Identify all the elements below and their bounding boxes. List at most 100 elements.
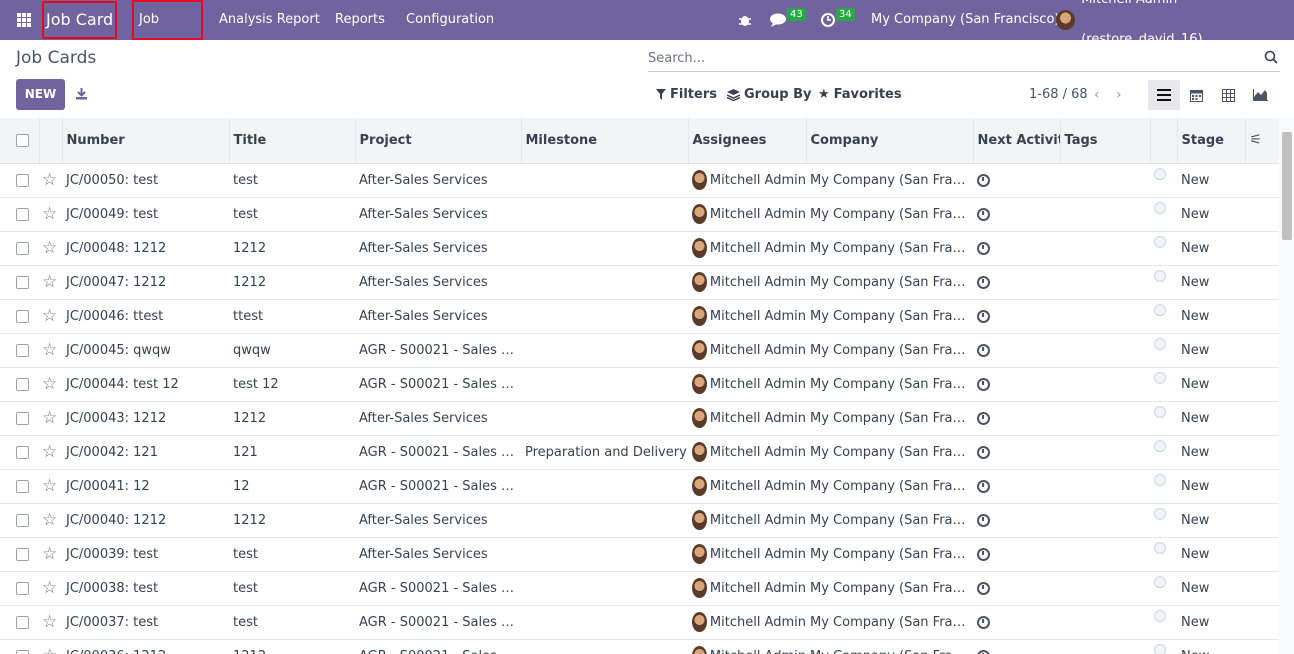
menu-job-cards[interactable]: Job Cards (132, 0, 203, 63)
favorite-star-icon[interactable]: ☆ (39, 163, 62, 197)
header-next-activity[interactable]: Next Activity (973, 118, 1061, 164)
graph-view-button[interactable] (1244, 80, 1276, 110)
cell-stage-dot[interactable] (1150, 231, 1177, 265)
cell-next-activity[interactable] (973, 537, 1060, 571)
table-row[interactable]: ☆ JC/00037: test test AGR - S00021 - Sal… (0, 605, 1279, 639)
cell-stage-dot[interactable] (1150, 265, 1177, 299)
favorites-button[interactable]: ★ Favorites (818, 87, 902, 102)
header-stage[interactable]: Stage (1177, 118, 1246, 164)
cell-next-activity[interactable] (973, 571, 1060, 605)
table-row[interactable]: ☆ JC/00046: ttest ttest After-Sales Serv… (0, 299, 1279, 333)
row-checkbox[interactable] (0, 639, 39, 654)
search-icon[interactable] (1264, 50, 1278, 64)
row-checkbox[interactable] (0, 469, 39, 503)
row-checkbox[interactable] (0, 367, 39, 401)
kanban-state-icon[interactable] (1154, 270, 1166, 282)
cell-stage-dot[interactable] (1150, 571, 1177, 605)
cell-stage-dot[interactable] (1150, 639, 1177, 654)
table-row[interactable]: ☆ JC/00038: test test AGR - S00021 - Sal… (0, 571, 1279, 605)
assignee-avatar[interactable] (692, 204, 707, 224)
assignee-avatar[interactable] (692, 476, 707, 496)
cell-next-activity[interactable] (973, 163, 1060, 197)
activity-clock-icon[interactable] (977, 207, 990, 221)
cell-stage-dot[interactable] (1150, 469, 1177, 503)
row-checkbox[interactable] (0, 333, 39, 367)
assignee-avatar[interactable] (692, 544, 707, 564)
row-checkbox[interactable] (0, 435, 39, 469)
cell-next-activity[interactable] (973, 299, 1060, 333)
activity-clock-icon[interactable] (977, 411, 990, 425)
user-menu[interactable]: Mitchell Admin (restore_david_16) (1056, 0, 1294, 47)
header-company[interactable]: Company (806, 118, 974, 164)
cell-stage-dot[interactable] (1150, 537, 1177, 571)
favorite-star-icon[interactable]: ☆ (39, 605, 62, 639)
assignee-avatar[interactable] (692, 272, 707, 292)
kanban-state-icon[interactable] (1154, 202, 1166, 214)
kanban-state-icon[interactable] (1154, 610, 1166, 622)
row-checkbox[interactable] (0, 503, 39, 537)
kanban-state-icon[interactable] (1154, 644, 1166, 654)
favorite-star-icon[interactable]: ☆ (39, 299, 62, 333)
table-row[interactable]: ☆ JC/00039: test test After-Sales Servic… (0, 537, 1279, 571)
cell-next-activity[interactable] (973, 231, 1060, 265)
table-row[interactable]: ☆ JC/00049: test test After-Sales Servic… (0, 197, 1279, 231)
activity-clock-icon[interactable] (977, 377, 990, 391)
scrollbar-thumb[interactable] (1282, 132, 1292, 240)
row-checkbox[interactable] (0, 197, 39, 231)
filters-button[interactable]: Filters (656, 87, 717, 102)
table-row[interactable]: ☆ JC/00047: 1212 1212 After-Sales Servic… (0, 265, 1279, 299)
company-switcher[interactable]: My Company (San Francisco) (871, 0, 1059, 40)
kanban-state-icon[interactable] (1154, 338, 1166, 350)
pager-prev-icon[interactable]: ‹ (1094, 87, 1100, 103)
row-checkbox[interactable] (0, 265, 39, 299)
table-row[interactable]: ☆ JC/00044: test 12 test 12 AGR - S00021… (0, 367, 1279, 401)
activity-clock-icon[interactable] (977, 547, 990, 561)
optional-columns-icon[interactable]: ⚟ (1245, 118, 1279, 164)
favorite-star-icon[interactable]: ☆ (39, 435, 62, 469)
cell-stage-dot[interactable] (1150, 197, 1177, 231)
assignee-avatar[interactable] (692, 306, 707, 326)
kanban-state-icon[interactable] (1154, 304, 1166, 316)
activity-clock-icon[interactable] (977, 513, 990, 527)
favorite-star-icon[interactable]: ☆ (39, 503, 62, 537)
cell-next-activity[interactable] (973, 333, 1060, 367)
list-view-button[interactable] (1148, 80, 1180, 110)
select-all-checkbox[interactable] (0, 118, 40, 164)
cell-next-activity[interactable] (973, 367, 1060, 401)
assignee-avatar[interactable] (692, 612, 707, 632)
activity-clock-icon[interactable] (977, 343, 990, 357)
table-row[interactable]: ☆ JC/00040: 1212 1212 After-Sales Servic… (0, 503, 1279, 537)
apps-menu-icon[interactable] (17, 13, 31, 27)
kanban-state-icon[interactable] (1154, 406, 1166, 418)
cell-next-activity[interactable] (973, 265, 1060, 299)
kanban-state-icon[interactable] (1154, 508, 1166, 520)
app-brand[interactable]: Job Card (42, 1, 117, 39)
kanban-state-icon[interactable] (1154, 372, 1166, 384)
new-button[interactable]: NEW (16, 79, 65, 110)
favorite-star-icon[interactable]: ☆ (39, 367, 62, 401)
cell-stage-dot[interactable] (1150, 605, 1177, 639)
cell-next-activity[interactable] (973, 469, 1060, 503)
activity-clock-icon[interactable] (821, 0, 835, 40)
pager-next-icon[interactable]: › (1116, 87, 1122, 103)
header-tags[interactable]: Tags (1060, 118, 1151, 164)
assignee-avatar[interactable] (692, 238, 707, 258)
header-assignees[interactable]: Assignees (688, 118, 807, 164)
activity-clock-icon[interactable] (977, 241, 990, 255)
chat-icon[interactable] (770, 0, 787, 40)
assignee-avatar[interactable] (692, 578, 707, 598)
assignee-avatar[interactable] (692, 646, 707, 654)
assignee-avatar[interactable] (692, 340, 707, 360)
pager-value[interactable]: 1-68 / 68 (1029, 87, 1088, 102)
activity-clock-icon[interactable] (977, 479, 990, 493)
kanban-state-icon[interactable] (1154, 474, 1166, 486)
cell-next-activity[interactable] (973, 639, 1060, 654)
favorite-star-icon[interactable]: ☆ (39, 469, 62, 503)
cell-stage-dot[interactable] (1150, 367, 1177, 401)
kanban-state-icon[interactable] (1154, 236, 1166, 248)
kanban-state-icon[interactable] (1154, 168, 1166, 180)
table-row[interactable]: ☆ JC/00042: 121 121 AGR - S00021 - Sales… (0, 435, 1279, 469)
favorite-star-icon[interactable]: ☆ (39, 197, 62, 231)
cell-stage-dot[interactable] (1150, 401, 1177, 435)
favorite-star-icon[interactable]: ☆ (39, 231, 62, 265)
